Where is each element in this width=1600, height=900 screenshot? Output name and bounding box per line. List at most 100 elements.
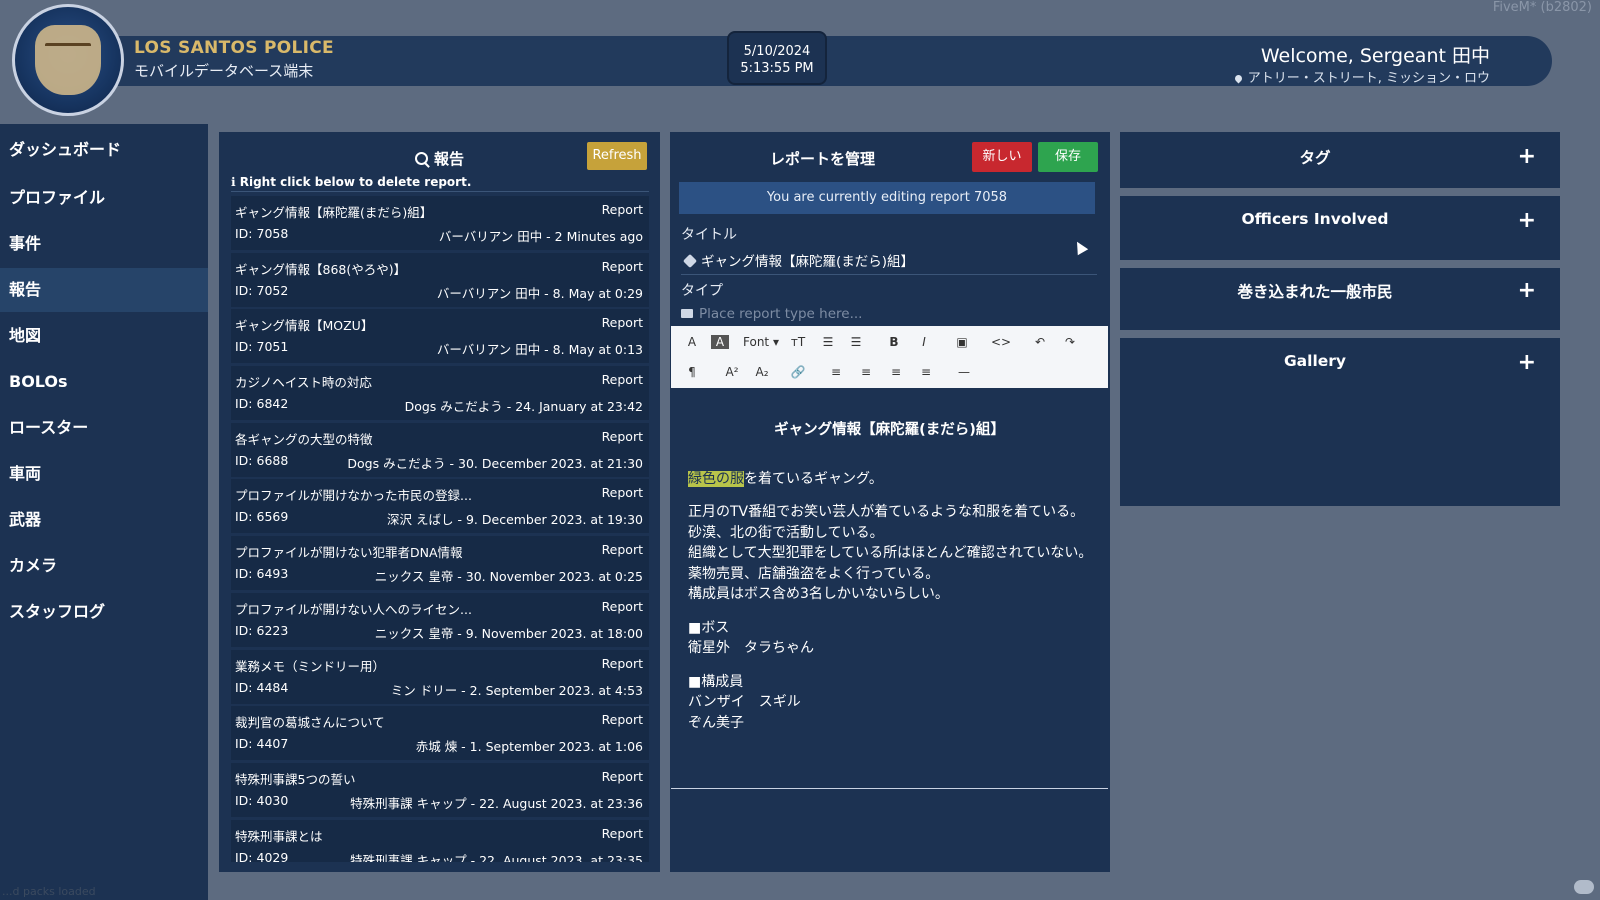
image-icon[interactable]: ▣: [953, 332, 971, 352]
report-row[interactable]: 各ギャングの大型の特徴 Report ID: 6688 Dogs みこだよう - 30…: [231, 422, 649, 477]
report-row[interactable]: ギャング情報【麻陀羅(まだら)組】 Report ID: 7058 バーバリアン 田中…: [231, 196, 649, 250]
horizontal-rule-icon[interactable]: —: [955, 362, 973, 382]
reports-list-panel: 報告 Refresh ℹ Right click below to delete…: [219, 132, 660, 872]
font-select[interactable]: Font ▾: [743, 332, 779, 352]
toolbar-row-2: ¶ A² A₂ 🔗 ≡ ≡ ≡ ≡ —: [671, 357, 1108, 387]
align-justify-icon[interactable]: ≡: [917, 362, 935, 382]
report-type: Report: [601, 768, 643, 784]
outdent-icon[interactable]: ☰: [847, 332, 865, 352]
fivem-watermark: FiveM* (b2802): [1492, 0, 1592, 15]
sidebar-item-bolos[interactable]: BOLOs: [0, 360, 208, 404]
code-view-icon[interactable]: <>: [991, 332, 1011, 352]
divider: [231, 191, 649, 192]
new-report-button[interactable]: 新しい: [972, 142, 1032, 172]
add-civilian-plus-icon[interactable]: +: [1518, 278, 1536, 303]
add-tag-plus-icon[interactable]: +: [1518, 144, 1536, 169]
report-id: ID: 7058: [235, 226, 289, 241]
report-type: Report: [601, 825, 643, 841]
add-gallery-plus-icon[interactable]: +: [1518, 350, 1536, 375]
report-type: Report: [601, 428, 643, 444]
report-type: Report: [601, 542, 643, 558]
doc-line: 組織として大型犯罪をしている所はほとんど確認されていない。: [688, 545, 1093, 561]
report-row[interactable]: カジノヘイスト時の対応 Report ID: 6842 Dogs みこだよう - 24…: [231, 366, 649, 421]
report-editor-panel: レポートを管理 新しい 保存 You are currently editing…: [670, 132, 1110, 872]
italic-button[interactable]: I: [915, 332, 933, 352]
report-type: Report: [601, 315, 643, 331]
sidebar-item-map[interactable]: 地図: [0, 314, 208, 358]
report-row[interactable]: 業務メモ（ミンドリー用） Report ID: 4484 ミン ドリー - 2. Se…: [231, 649, 649, 704]
sidebar-item-weapons[interactable]: 武器: [0, 498, 208, 542]
delete-hint: ℹ Right click below to delete report.: [231, 175, 472, 189]
refresh-button[interactable]: Refresh: [587, 142, 647, 170]
report-row[interactable]: ギャング情報【868(やろや)】 Report ID: 7052 バーバリアン 田中 …: [231, 252, 649, 307]
report-meta: バーバリアン 田中 - 8. May at 0:13: [436, 342, 643, 358]
align-center-icon[interactable]: ≡: [857, 362, 875, 382]
indent-icon[interactable]: ☰: [819, 332, 837, 352]
report-title: プロファイルが開けない犯罪者DNA情報: [235, 545, 463, 561]
sidebar: ダッシュボード プロファイル 事件 報告 地図 BOLOs ロースター 車両 武…: [0, 124, 208, 900]
font-size-icon[interactable]: тT: [789, 332, 807, 352]
reports-title-label: 報告: [433, 150, 464, 168]
editor-body[interactable]: ギャング情報【麻陀羅(まだら)組】 緑色の服を着ているギャング。 正月のTV番組…: [671, 388, 1108, 789]
save-button[interactable]: 保存: [1038, 142, 1098, 172]
sidebar-item-vehicles[interactable]: 車両: [0, 452, 208, 496]
report-type: Report: [601, 712, 643, 728]
tags-title: タグ: [1299, 149, 1331, 167]
report-id: ID: 6223: [235, 622, 289, 638]
report-row[interactable]: 裁判官の葛城さんについて Report ID: 4407 赤城 煉 - 1. Sept…: [231, 706, 649, 761]
editing-banner: You are currently editing report 7058: [679, 182, 1095, 214]
officers-title: Officers Involved: [1241, 210, 1389, 228]
doc-line: ■構成員: [688, 673, 744, 690]
report-id: ID: 6493: [235, 566, 289, 582]
doc-line: 緑色の服を着ているギャング。: [671, 469, 1108, 490]
add-officer-plus-icon[interactable]: +: [1518, 208, 1536, 233]
report-row[interactable]: プロファイルが開けない犯罪者DNA情報 Report ID: 6493 ニックス 皇帝…: [231, 536, 649, 591]
sidebar-item-staff-logs[interactable]: スタッフログ: [0, 590, 208, 634]
report-row[interactable]: ギャング情報【MOZU】 Report ID: 7051 バーバリアン 田中 - 8.…: [231, 309, 649, 364]
folder-icon: [681, 309, 693, 318]
reports-list: ギャング情報【麻陀羅(まだら)組】 Report ID: 7058 バーバリアン 田中…: [231, 196, 649, 862]
title-field[interactable]: ギャング情報【麻陀羅(まだら)組】: [681, 250, 1097, 275]
report-title: 特殊刑事課とは: [235, 828, 323, 844]
report-meta: 特殊刑事課 キャップ - 22. August 2023. at 23:36: [350, 795, 643, 811]
sidebar-item-cameras[interactable]: カメラ: [0, 544, 208, 588]
sidebar-item-roster[interactable]: ロースター: [0, 406, 208, 450]
report-row[interactable]: プロファイルが開けなかった市民の登録... Report ID: 6569 深沢 えば…: [231, 479, 649, 534]
tag-icon: [682, 253, 698, 269]
sidebar-item-incidents[interactable]: 事件: [0, 222, 208, 266]
font-color-icon[interactable]: A: [683, 332, 701, 352]
sidebar-item-dashboard[interactable]: ダッシュボード: [0, 128, 208, 172]
report-type: Report: [601, 202, 643, 217]
undo-icon[interactable]: ↶: [1031, 332, 1049, 352]
report-id: ID: 7051: [235, 339, 289, 355]
report-row[interactable]: プロファイルが開けない人へのライセン... Report ID: 6223 ニックス …: [231, 592, 649, 647]
search-icon: [414, 152, 428, 165]
clock-time: 5:13:55 PM: [740, 61, 814, 76]
brand-title: LOS SANTOS POLICE: [134, 38, 334, 58]
title-value: ギャング情報【麻陀羅(まだら)組】: [701, 254, 915, 270]
weather-icon: [1574, 880, 1594, 894]
subscript-icon[interactable]: A₂: [753, 362, 771, 382]
sidebar-item-profiles[interactable]: プロファイル: [0, 176, 208, 220]
report-id: ID: 6688: [235, 452, 289, 468]
gallery-panel: Gallery +: [1120, 338, 1560, 506]
align-left-icon[interactable]: ≡: [827, 362, 845, 382]
report-title: プロファイルが開けない人へのライセン...: [235, 601, 472, 617]
align-right-icon[interactable]: ≡: [887, 362, 905, 382]
doc-line: ぞん美子: [688, 714, 744, 731]
gallery-title: Gallery: [1283, 352, 1347, 370]
report-title: プロファイルが開けなかった市民の登録...: [235, 488, 472, 504]
redo-icon[interactable]: ↷: [1061, 332, 1079, 352]
link-icon[interactable]: 🔗: [789, 362, 807, 382]
superscript-icon[interactable]: A²: [723, 362, 741, 382]
sidebar-item-reports[interactable]: 報告: [0, 268, 208, 312]
report-type: Report: [601, 598, 643, 614]
report-row[interactable]: 特殊刑事課5つの誓い Report ID: 4030 特殊刑事課 キャップ - 22.…: [231, 762, 649, 817]
bold-button[interactable]: B: [885, 332, 903, 352]
type-placeholder: Place report type here...: [699, 306, 863, 322]
report-meta: 深沢 えばし - 9. December 2023. at 19:30: [387, 512, 643, 528]
report-type: Report: [601, 485, 643, 501]
highlight-color-icon[interactable]: A: [711, 335, 729, 349]
report-row[interactable]: 特殊刑事課とは Report ID: 4029 特殊刑事課 キャップ - 22. Au…: [231, 819, 649, 862]
paragraph-style-icon[interactable]: ¶: [683, 362, 701, 382]
